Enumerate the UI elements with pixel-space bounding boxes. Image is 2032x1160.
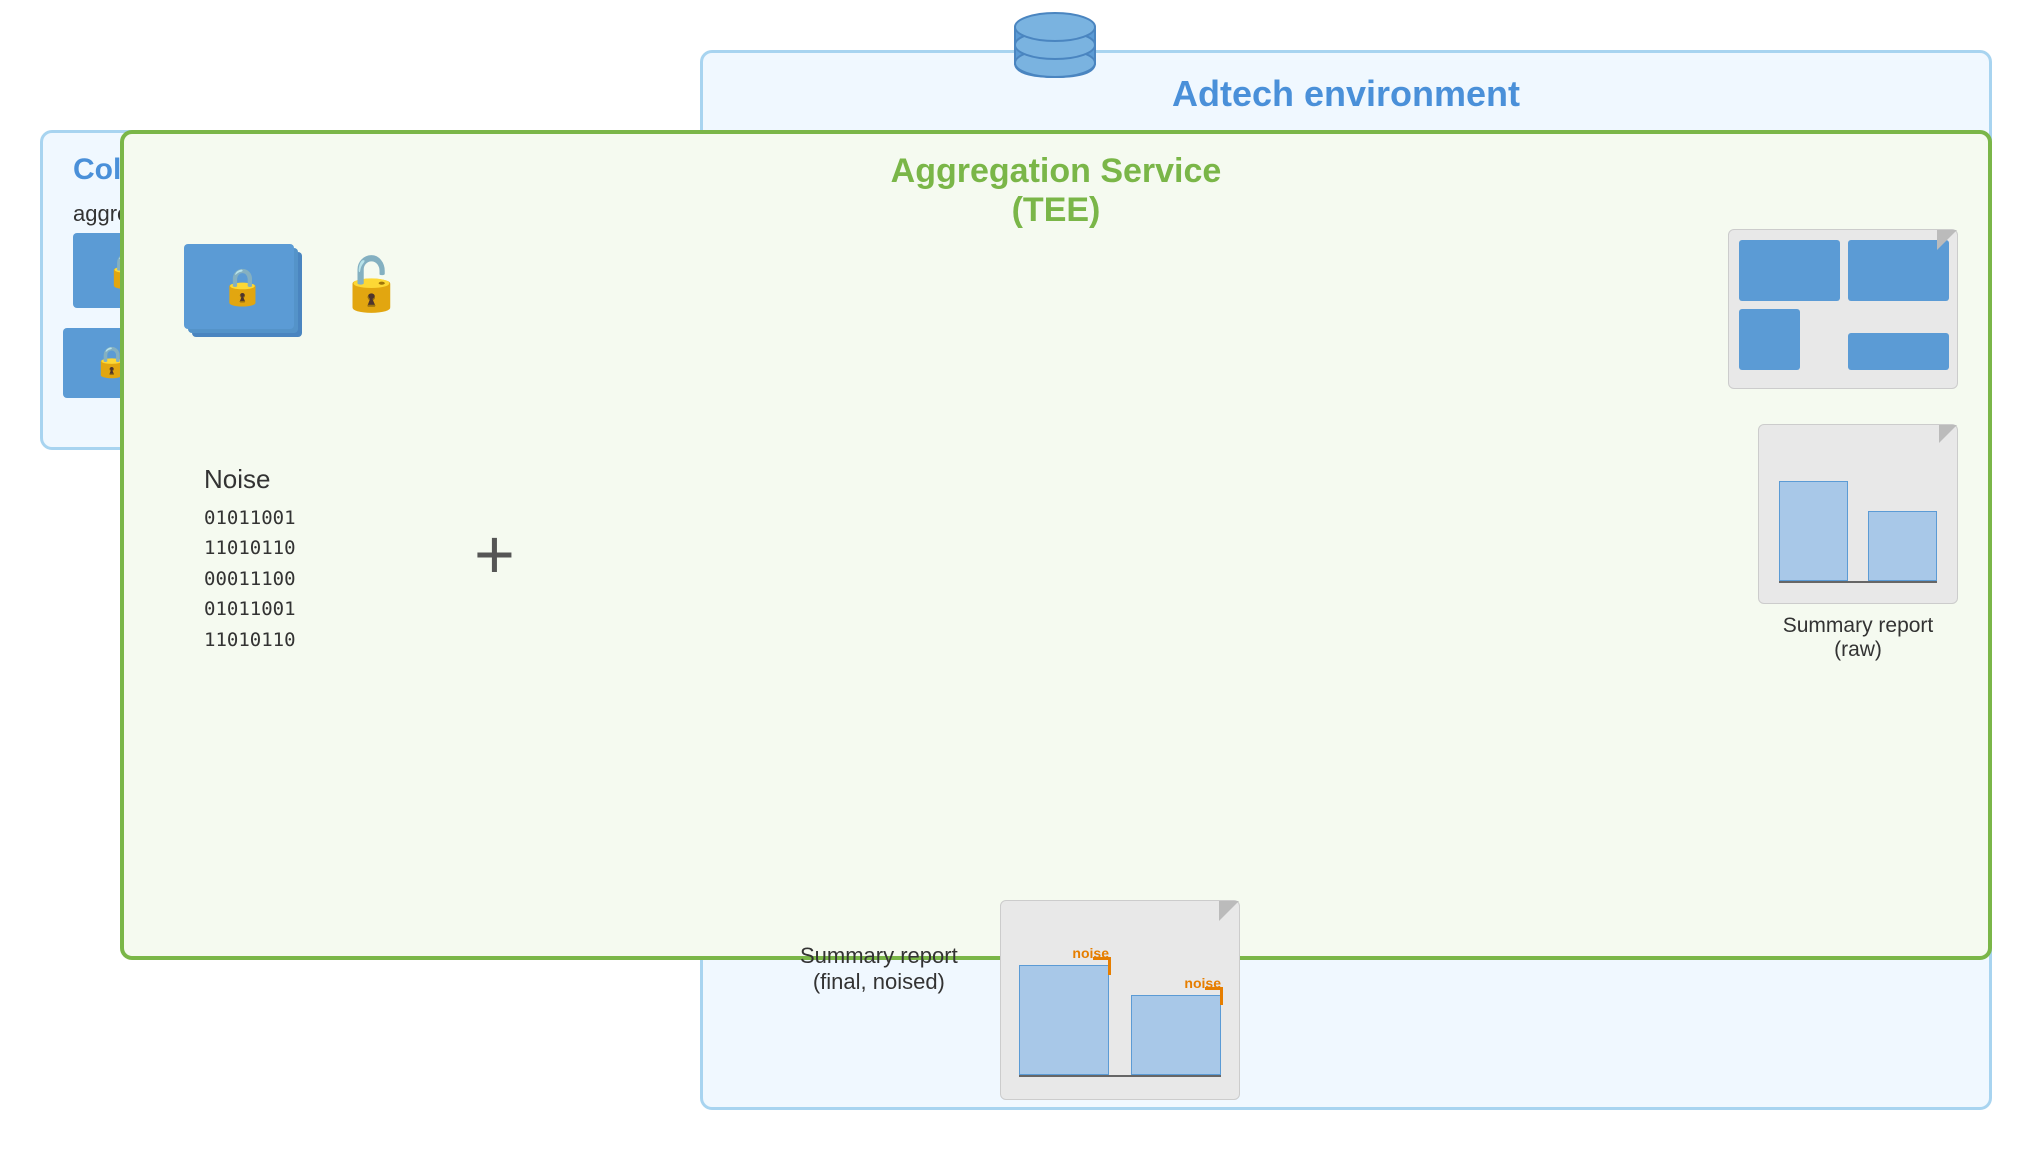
summary-final-label: Summary report (final, noised): [800, 943, 958, 995]
diagram: Adtech environment Collection service ag…: [0, 0, 2032, 1160]
summary-grid-doc: [1728, 229, 1958, 389]
summary-raw-label: Summary report (raw): [1758, 614, 1958, 662]
unlock-icon: 🔓: [339, 254, 404, 315]
summary-raw-doc: [1758, 424, 1958, 604]
aggregation-batch: 🔒: [184, 244, 314, 354]
aggregation-box: Aggregation Service(TEE) 🔒 🔓 Noise: [120, 130, 1992, 960]
noise-section: Noise 0101100111010110000111000101100111…: [204, 464, 296, 655]
summary-final-doc: noise noise: [1000, 900, 1240, 1100]
plus-sign: +: [474, 514, 515, 594]
aggregation-label: Aggregation Service(TEE): [891, 152, 1222, 230]
noise-label: Noise: [204, 464, 296, 495]
lock-icon-agg: 🔒: [220, 266, 265, 308]
noise-binary: 0101100111010110000111000101100111010110: [204, 503, 296, 655]
